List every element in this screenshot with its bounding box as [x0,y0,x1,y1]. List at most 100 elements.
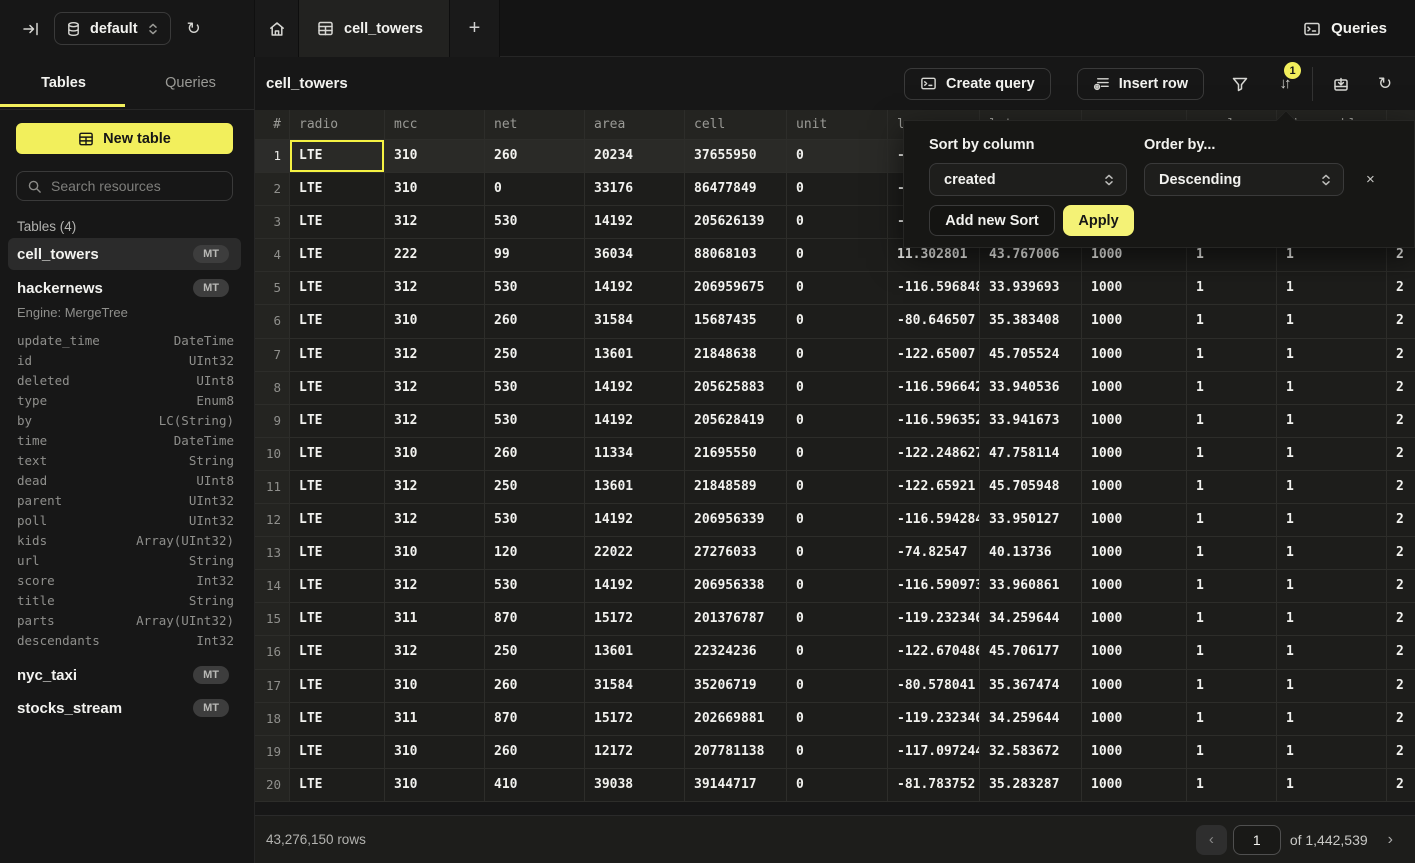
cell-lat[interactable]: 33.939693 [980,272,1082,304]
refresh-table-button[interactable]: ↻ [1363,74,1407,94]
cell-net[interactable]: 260 [485,736,585,768]
cell-mcc[interactable]: 310 [385,438,485,470]
cell-lon[interactable]: -116.590973 [888,570,980,602]
cell-changeable[interactable]: 1 [1277,670,1387,702]
cell-changeable[interactable]: 1 [1277,603,1387,635]
cell-cell[interactable]: 35206719 [685,670,787,702]
cell-lon[interactable]: -116.596848 [888,272,980,304]
cell-lon[interactable]: -74.82547 [888,537,980,569]
cell-radio[interactable]: LTE [290,339,385,371]
cell-mcc[interactable]: 312 [385,504,485,536]
cell-mcc[interactable]: 312 [385,471,485,503]
cell-lon[interactable]: -122.670486 [888,636,980,668]
insert-row-button[interactable]: Insert row [1077,68,1204,100]
cell-samples[interactable]: 1 [1187,769,1277,801]
cell-cell[interactable]: 88068103 [685,239,787,271]
cell-cell[interactable]: 15687435 [685,305,787,337]
cell-mcc[interactable]: 312 [385,206,485,238]
cell-area[interactable]: 13601 [585,471,685,503]
cell-samples[interactable]: 1 [1187,570,1277,602]
tab-cell-towers[interactable]: cell_towers [299,0,450,57]
cell-created[interactable]: 2 [1387,636,1415,668]
cell-mcc[interactable]: 312 [385,570,485,602]
cell-radio[interactable]: LTE [290,636,385,668]
cell-radio[interactable]: LTE [290,670,385,702]
cell-range[interactable]: 1000 [1082,636,1187,668]
cell-lat[interactable]: 47.758114 [980,438,1082,470]
cell-radio[interactable]: LTE [290,272,385,304]
cell-range[interactable]: 1000 [1082,603,1187,635]
cell-area[interactable]: 14192 [585,570,685,602]
queries-button[interactable]: Queries [1303,0,1387,57]
cell-lon[interactable]: -119.232346 [888,703,980,735]
column-header-unit[interactable]: unit [787,110,888,139]
cell-unit[interactable]: 0 [787,206,888,238]
new-tab-button[interactable]: + [450,0,500,57]
cell-unit[interactable]: 0 [787,405,888,437]
cell-unit[interactable]: 0 [787,703,888,735]
cell-mcc[interactable]: 311 [385,603,485,635]
cell-area[interactable]: 14192 [585,206,685,238]
cell-samples[interactable]: 1 [1187,438,1277,470]
cell-mcc[interactable]: 310 [385,537,485,569]
cell-range[interactable]: 1000 [1082,504,1187,536]
cell-net[interactable]: 530 [485,504,585,536]
cell-mcc[interactable]: 222 [385,239,485,271]
cell-range[interactable]: 1000 [1082,736,1187,768]
cell-unit[interactable]: 0 [787,471,888,503]
cell-created[interactable]: 2 [1387,305,1415,337]
cell-unit[interactable]: 0 [787,140,888,172]
cell-unit[interactable]: 0 [787,438,888,470]
cell-area[interactable]: 20234 [585,140,685,172]
cell-samples[interactable]: 1 [1187,736,1277,768]
cell-samples[interactable]: 1 [1187,703,1277,735]
cell-changeable[interactable]: 1 [1277,339,1387,371]
cell-created[interactable]: 2 [1387,603,1415,635]
cell-area[interactable]: 39038 [585,769,685,801]
cell-unit[interactable]: 0 [787,769,888,801]
add-new-sort-button[interactable]: Add new Sort [929,205,1055,236]
cell-unit[interactable]: 0 [787,670,888,702]
sidebar-tab-queries[interactable]: Queries [127,57,254,109]
cell-range[interactable]: 1000 [1082,405,1187,437]
cell-lat[interactable]: 35.367474 [980,670,1082,702]
cell-cell[interactable]: 206956339 [685,504,787,536]
cell-changeable[interactable]: 1 [1277,471,1387,503]
cell-created[interactable]: 2 [1387,471,1415,503]
cell-net[interactable]: 250 [485,471,585,503]
cell-area[interactable]: 14192 [585,405,685,437]
filter-button[interactable] [1218,75,1262,93]
cell-lon[interactable]: -80.646507 [888,305,980,337]
cell-mcc[interactable]: 310 [385,736,485,768]
cell-lat[interactable]: 33.941673 [980,405,1082,437]
cell-area[interactable]: 36034 [585,239,685,271]
cell-radio[interactable]: LTE [290,471,385,503]
column-header-radio[interactable]: radio [290,110,385,139]
cell-area[interactable]: 14192 [585,504,685,536]
cell-area[interactable]: 14192 [585,372,685,404]
cell-radio[interactable]: LTE [290,206,385,238]
cell-unit[interactable]: 0 [787,636,888,668]
cell-cell[interactable]: 21848589 [685,471,787,503]
cell-cell[interactable]: 205626139 [685,206,787,238]
column-header-cell[interactable]: cell [685,110,787,139]
cell-lon[interactable]: -122.248627 [888,438,980,470]
cell-net[interactable]: 260 [485,305,585,337]
cell-net[interactable]: 870 [485,603,585,635]
sort-column-select[interactable]: created [929,163,1127,196]
cell-unit[interactable]: 0 [787,173,888,205]
cell-net[interactable]: 410 [485,769,585,801]
cell-cell[interactable]: 21695550 [685,438,787,470]
cell-lat[interactable]: 34.259644 [980,703,1082,735]
cell-unit[interactable]: 0 [787,736,888,768]
cell-mcc[interactable]: 310 [385,305,485,337]
cell-mcc[interactable]: 312 [385,636,485,668]
cell-radio[interactable]: LTE [290,173,385,205]
cell-area[interactable]: 15172 [585,603,685,635]
cell-radio[interactable]: LTE [290,703,385,735]
cell-mcc[interactable]: 310 [385,140,485,172]
cell-changeable[interactable]: 1 [1277,405,1387,437]
cell-created[interactable]: 2 [1387,769,1415,801]
cell-created[interactable]: 2 [1387,670,1415,702]
cell-lon[interactable]: -122.65921 [888,471,980,503]
